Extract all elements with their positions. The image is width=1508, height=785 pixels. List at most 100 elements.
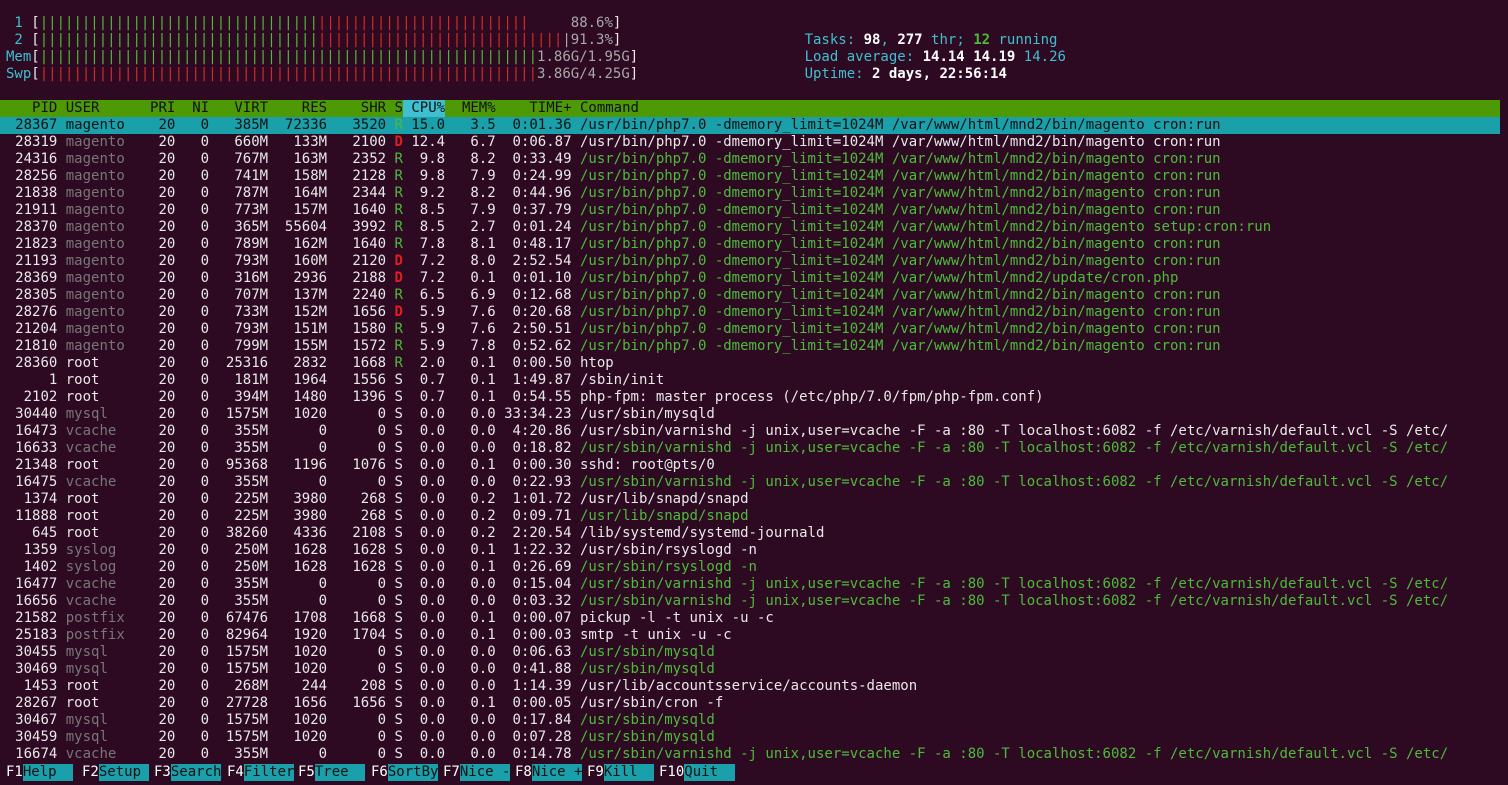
column-header-command[interactable]: Command: [580, 100, 1507, 117]
process-cpu: 0.0: [419, 576, 446, 592]
process-time: 0:48.17: [512, 236, 572, 252]
meter-close-bracket: ]: [629, 66, 639, 82]
column-header-ni[interactable]: NI: [184, 100, 209, 117]
process-row[interactable]: 21582 postfix 20 0 67476 1708 1668 S 0.0 0.1 0:00.…: [0, 610, 1500, 627]
process-row[interactable]: 28369 magento 20 0 316M 2936 2188 D 7.2 0.1 0:01.1…: [0, 270, 1500, 287]
column-header-mem[interactable]: MEM%: [454, 100, 496, 117]
process-row[interactable]: 30459 mysql 20 0 1575M 1020 0 S 0.0 0.0 0:07.28/us…: [0, 729, 1500, 746]
process-row[interactable]: 28276 magento 20 0 733M 152M 1656 D 5.9 7.6 0:20.6…: [0, 304, 1500, 321]
process-row[interactable]: 16674 vcache 20 0 355M 0 0 S 0.0 0.0 0:14.78/usr/s…: [0, 746, 1500, 763]
process-row[interactable]: 21838 magento 20 0 787M 164M 2344 R 9.2 8.2 0:44.9…: [0, 185, 1500, 202]
function-key-f4[interactable]: F4 Filter: [227, 764, 295, 781]
function-key-f1[interactable]: F1 Help: [6, 764, 74, 781]
process-s: D: [394, 253, 403, 269]
process-row[interactable]: 16477 vcache 20 0 355M 0 0 S 0.0 0.0 0:15.04/usr/s…: [0, 576, 1500, 593]
column-header-s[interactable]: S: [395, 100, 403, 117]
function-key-f7[interactable]: F7 Nice -: [443, 764, 511, 781]
process-command: sshd: root@pts/0: [579, 457, 715, 473]
process-command: smtp -t unix -u -c: [579, 627, 732, 643]
process-s: S: [394, 678, 403, 694]
process-row[interactable]: 21810 magento 20 0 799M 155M 1572 R 5.9 7.8 0:52.6…: [0, 338, 1500, 355]
column-header-user[interactable]: USER: [66, 100, 142, 117]
process-row[interactable]: 645 root 20 0 38260 4336 2108 S 0.0 0.2 2:20.54/li…: [0, 525, 1500, 542]
process-cpu: 0.0: [419, 525, 446, 541]
process-row[interactable]: 1 root 20 0 181M 1964 1556 S 0.7 0.1 1:49.87/sbin/…: [0, 372, 1500, 389]
process-row[interactable]: 30455 mysql 20 0 1575M 1020 0 S 0.0 0.0 0:06.63/us…: [0, 644, 1500, 661]
process-row[interactable]: 1359 syslog 20 0 250M 1628 1628 S 0.0 0.1 1:22.32 /…: [0, 542, 1500, 559]
process-time: 0:01.10: [512, 270, 572, 286]
process-pid: 30459: [15, 729, 58, 745]
process-row[interactable]: 16473 vcache 20 0 355M 0 0 S 0.0 0.0 4:20.86/usr/s…: [0, 423, 1500, 440]
process-time: 0:18.82: [512, 440, 572, 456]
process-pri: 20: [158, 440, 176, 456]
process-row[interactable]: 16633 vcache 20 0 355M 0 0 S 0.0 0.0 0:18.82/usr/s…: [0, 440, 1500, 457]
function-key-bar[interactable]: F1 Help F2 Setup F3 Search F4 Filter F5 Tree F6…: [0, 764, 1508, 781]
process-row[interactable]: 1402 syslog 20 0 250M 1628 1628 S 0.0 0.1 0:26.69 /…: [0, 559, 1500, 576]
process-row[interactable]: 30469 mysql 20 0 1575M 1020 0 S 0.0 0.0 0:41.88/us…: [0, 661, 1500, 678]
process-mem: 0.1: [470, 627, 496, 643]
function-key-f6[interactable]: F6 SortBy: [371, 764, 439, 781]
process-row[interactable]: 21348 root 20 0 95368 1196 1076 S 0.0 0.1 0:00.30 s…: [0, 457, 1500, 474]
function-key-f3[interactable]: F3 Search: [154, 764, 222, 781]
process-row[interactable]: 25183 postfix 20 0 82964 1920 1704 S 0.0 0.1 0:00.…: [0, 627, 1500, 644]
process-s: R: [394, 321, 403, 337]
meter-bar-used: ||||||||||||||||||||||||||||||||||||||||…: [39, 49, 538, 65]
meter-bar-used: |||||||||||||||||||||||||||||||||: [39, 32, 318, 48]
process-row[interactable]: 28319 magento 20 0 660M 133M 2100 D 12.4 6.7 0:06.…: [0, 134, 1500, 151]
process-row[interactable]: 28256 magento 20 0 741M 158M 2128 R 9.8 7.9 0:24.9…: [0, 168, 1500, 185]
process-virt: 38260: [225, 525, 269, 541]
process-row[interactable]: 30467 mysql 20 0 1575M 1020 0 S 0.0 0.0 0:17.84/us…: [0, 712, 1500, 729]
column-header-pri[interactable]: PRI: [150, 100, 175, 117]
process-row[interactable]: 28370 magento 20 0 365M 55604 3992 R 8.5 2.7 0:01.…: [0, 219, 1500, 236]
process-row[interactable]: 11888 root 20 0 225M 3980 268 S 0.0 0.2 0:09.71/us…: [0, 508, 1500, 525]
process-row[interactable]: 16475 vcache 20 0 355M 0 0 S 0.0 0.0 0:22.93/usr/s…: [0, 474, 1500, 491]
process-pri: 20: [158, 610, 176, 626]
process-command: php-fpm: master process (/etc/php/7.0/fp…: [579, 389, 1044, 405]
process-row[interactable]: 28360 root 20 0 25316 2832 1668 R 2.0 0.1 0:00.50 h…: [0, 355, 1500, 372]
column-header-cpu[interactable]: CPU%: [402, 100, 446, 117]
column-header-res[interactable]: RES: [277, 100, 327, 117]
process-row[interactable]: 1453 root 20 0 268M 244 208 S 0.0 0.0 1:14.39/usr/…: [0, 678, 1500, 695]
process-res: 152M: [293, 304, 328, 320]
column-header-virt[interactable]: VIRT: [217, 100, 268, 117]
htop-terminal[interactable]: 1 [|||||||||||||||||||||||||||||||||||||…: [0, 0, 1508, 785]
function-key-f9[interactable]: F9 Kill: [587, 764, 655, 781]
process-row[interactable]: 28367 magento 20 0 385M 72336 3520 R 15.0 3.5 0:01…: [0, 117, 1500, 134]
process-row[interactable]: 28267 root 20 0 27728 1656 1656 S 0.0 0.1 0:00.05 /…: [0, 695, 1500, 712]
process-pid: 24316: [15, 151, 58, 167]
column-header-pid[interactable]: PID: [7, 100, 57, 117]
meter-value: 1.86G/1.95G: [537, 49, 630, 65]
function-key-f2[interactable]: F2 Setup: [82, 764, 150, 781]
process-row[interactable]: 21204 magento 20 0 793M 151M 1580 R 5.9 7.6 2:50.5…: [0, 321, 1500, 338]
process-row[interactable]: 16656 vcache 20 0 355M 0 0 S 0.0 0.0 0:03.32/usr/s…: [0, 593, 1500, 610]
function-key-f10[interactable]: F10 Quit: [659, 764, 735, 781]
process-command: /usr/sbin/varnishd -j unix,user=vcache -…: [579, 423, 1449, 439]
process-row[interactable]: 30440 mysql 20 0 1575M 1020 0 S 0.0 0.0 33:34.23/u…: [0, 406, 1500, 423]
process-time: 0:00.50: [512, 355, 572, 371]
process-ni: 0: [200, 117, 210, 133]
process-pri: 20: [158, 168, 176, 184]
process-mem: 0.0: [470, 474, 496, 490]
process-row[interactable]: 2102 root 20 0 394M 1480 1396 S 0.7 0.1 0:54.55 php…: [0, 389, 1500, 406]
process-pri: 20: [158, 712, 176, 728]
process-row[interactable]: 28305 magento 20 0 707M 137M 2240 R 6.5 6.9 0:12.6…: [0, 287, 1500, 304]
function-key-label: SortBy: [387, 764, 439, 781]
process-row[interactable]: 24316 magento 20 0 767M 163M 2352 R 9.8 8.2 0:33.4…: [0, 151, 1500, 168]
function-key-f5[interactable]: F5 Tree: [298, 764, 366, 781]
process-shr: 0: [377, 593, 387, 609]
process-virt: 1575M: [225, 712, 269, 728]
process-table-header[interactable]: PID USER PRI NI VIRT RES SHR S CPU% MEM% TIME+ Comm…: [0, 100, 1500, 117]
process-mem: 0.2: [470, 508, 496, 524]
process-time: 0:26.69: [512, 559, 572, 575]
process-row[interactable]: 21193 magento 20 0 793M 160M 2120 D 7.2 8.0 2:52.5…: [0, 253, 1500, 270]
process-command: /usr/sbin/mysqld: [579, 712, 715, 728]
process-row[interactable]: 21911 magento 20 0 773M 157M 1640 R 8.5 7.9 0:37.7…: [0, 202, 1500, 219]
function-key-f8[interactable]: F8 Nice +: [515, 764, 583, 781]
process-row[interactable]: 21823 magento 20 0 789M 162M 1640 R 7.8 8.1 0:48.1…: [0, 236, 1500, 253]
column-header-shr[interactable]: SHR: [336, 100, 386, 117]
function-key-number: F1: [6, 764, 23, 781]
meter-bar-pad: [529, 15, 571, 31]
process-row[interactable]: 1374 root 20 0 225M 3980 268 S 0.0 0.2 1:01.72/usr…: [0, 491, 1500, 508]
process-time: 0:41.88: [512, 661, 572, 677]
column-header-time[interactable]: TIME+: [496, 100, 571, 117]
